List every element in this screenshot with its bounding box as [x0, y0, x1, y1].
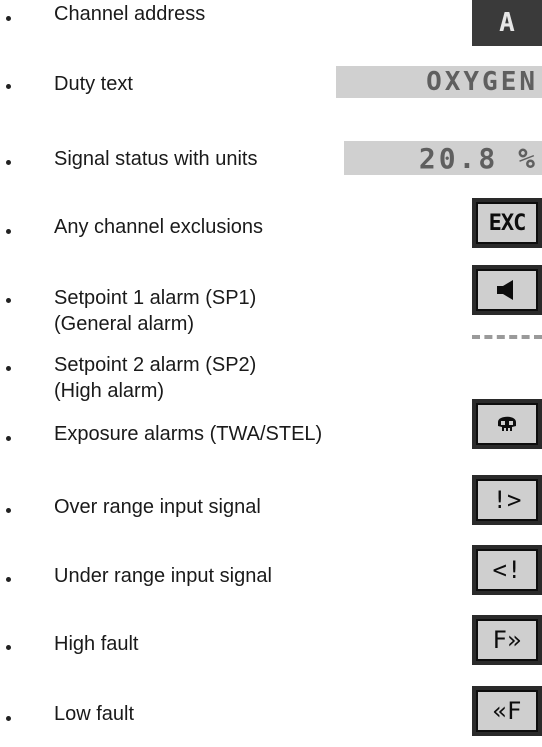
item-label-under-range: Under range input signal [54, 565, 272, 587]
item-label-channel-address: Channel address [54, 3, 206, 25]
bullet [6, 366, 11, 371]
item-label-setpoint-2-line2: (High alarm) [54, 380, 165, 402]
skull-icon [472, 399, 542, 449]
bullet [6, 508, 11, 513]
bullet [6, 16, 11, 21]
bullet [6, 160, 11, 165]
bullet [6, 229, 11, 234]
setpoint-2-dashed-indicator [472, 335, 542, 339]
over-range-icon-text: !> [476, 479, 538, 521]
item-label-over-range: Over range input signal [54, 496, 261, 518]
low-fault-icon-text: «F [476, 690, 538, 732]
duty-text-display: OXYGEN [336, 66, 542, 98]
high-fault-icon: F» [472, 615, 542, 665]
horn-icon [472, 265, 542, 315]
channel-address-display: A [472, 0, 542, 46]
bullet [6, 645, 11, 650]
under-range-icon-text: <! [476, 549, 538, 591]
under-range-icon: <! [472, 545, 542, 595]
bullet [6, 577, 11, 582]
bullet [6, 298, 11, 303]
signal-status-display: 20.8 % [344, 141, 542, 175]
exc-icon: EXC [472, 198, 542, 248]
bullet [6, 436, 11, 441]
high-fault-icon-text: F» [476, 619, 538, 661]
item-label-channel-exclusions: Any channel exclusions [54, 216, 264, 238]
item-label-exposure-alarms: Exposure alarms (TWA/STEL) [54, 423, 323, 445]
exc-icon-text: EXC [476, 202, 538, 244]
item-label-setpoint-2-line1: Setpoint 2 alarm (SP2) [54, 354, 257, 376]
item-label-setpoint-2: Setpoint 2 alarm (SP2) (High alarm) [54, 352, 256, 404]
low-fault-icon: «F [472, 686, 542, 736]
item-label-setpoint-1-line1: Setpoint 1 alarm (SP1) [54, 287, 257, 309]
over-range-icon: !> [472, 475, 542, 525]
bullet [6, 84, 11, 89]
bullet [6, 716, 11, 721]
item-label-high-fault: High fault [54, 633, 139, 655]
item-label-setpoint-1: Setpoint 1 alarm (SP1) (General alarm) [54, 285, 256, 337]
item-label-low-fault: Low fault [54, 703, 135, 725]
item-label-setpoint-1-line2: (General alarm) [54, 313, 195, 335]
item-label-duty-text: Duty text [54, 73, 133, 95]
item-label-signal-status: Signal status with units [54, 148, 258, 170]
